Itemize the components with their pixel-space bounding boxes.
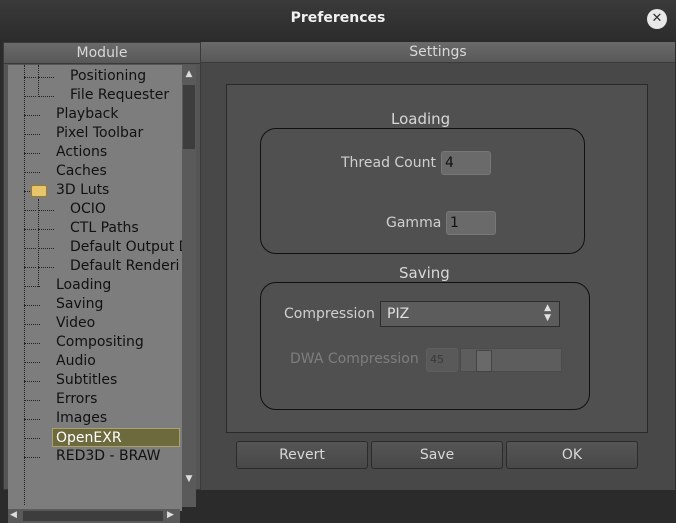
tree-item-images[interactable]: Images: [56, 409, 107, 428]
tree-item-openexr[interactable]: OpenEXR: [52, 428, 180, 447]
horizontal-scroll-thumb[interactable]: [23, 511, 163, 521]
tree-item-default-renderi[interactable]: Default Renderi: [70, 257, 179, 276]
thread-count-label: Thread Count: [341, 155, 436, 171]
tree-branch-line: [38, 248, 54, 249]
tree-item-ctl-paths[interactable]: CTL Paths: [70, 219, 139, 238]
tree-item-3d-luts[interactable]: 3D Luts: [56, 181, 109, 200]
tree-branch-line: [24, 305, 40, 306]
tree-branch-line: [24, 343, 40, 344]
gamma-field[interactable]: 1: [446, 211, 496, 235]
tree-item-file-requester[interactable]: File Requester: [70, 86, 169, 105]
dwa-compression-slider[interactable]: [460, 348, 562, 372]
tree-branch-line: [24, 267, 36, 268]
tree-branch-line: [24, 115, 40, 116]
tree-item-red3d-braw[interactable]: RED3D - BRAW: [56, 447, 160, 466]
tree-branch-line: [24, 419, 40, 420]
tree-branch-line: [24, 134, 40, 135]
compression-value: PIZ: [387, 306, 410, 322]
tree-branch-line: [24, 153, 40, 154]
tree-branch-line: [24, 248, 36, 249]
settings-header: Settings: [201, 42, 675, 63]
tree-item-actions[interactable]: Actions: [56, 143, 107, 162]
window-title: Preferences: [290, 10, 386, 26]
tree-item-ocio[interactable]: OCIO: [70, 200, 106, 219]
tree-branch-line: [24, 324, 40, 325]
compression-select[interactable]: PIZ ▲ ▼: [380, 301, 560, 327]
loading-title: Loading: [391, 110, 451, 128]
gamma-label: Gamma: [386, 215, 442, 231]
scroll-down-icon[interactable]: ▼: [184, 474, 194, 484]
dwa-compression-field[interactable]: 45: [426, 348, 458, 372]
module-header: Module: [4, 43, 200, 64]
dwa-compression-label: DWA Compression: [290, 351, 419, 367]
compression-label: Compression: [284, 306, 375, 322]
scroll-thumb[interactable]: [183, 85, 195, 149]
tree-branch-line: [24, 229, 36, 230]
tree-branch-line: [24, 438, 40, 439]
tree-branch-line: [38, 210, 54, 211]
tree-item-subtitles[interactable]: Subtitles: [56, 371, 117, 390]
revert-button[interactable]: Revert: [236, 441, 368, 469]
tree-item-errors[interactable]: Errors: [56, 390, 97, 409]
tree-item-loading[interactable]: Loading: [56, 276, 111, 295]
saving-title: Saving: [399, 264, 450, 282]
tree-item-positioning[interactable]: Positioning: [70, 67, 146, 86]
tree-item-saving[interactable]: Saving: [56, 295, 103, 314]
tree-branch-line: [24, 362, 40, 363]
scroll-left-icon[interactable]: ◀: [10, 510, 17, 520]
tree-item-caches[interactable]: Caches: [56, 162, 107, 181]
tree-item-video[interactable]: Video: [56, 314, 95, 333]
title-bar: Preferences ✕: [0, 0, 676, 40]
tree-branch-line: [38, 77, 54, 78]
folder-open-icon: [31, 185, 47, 197]
tree-branch-line: [24, 457, 40, 458]
tree-branch-line: [24, 77, 36, 78]
tree-branch-line: [24, 172, 40, 173]
tree-branch-line: [38, 267, 54, 268]
tree-trunk-line: [24, 65, 25, 505]
module-panel: Module Positioning File Requester Playback…: [3, 42, 201, 523]
ok-button[interactable]: OK: [506, 441, 638, 469]
tree-horizontal-scrollbar[interactable]: ◀ ▶: [8, 509, 180, 523]
tree-item-default-output-d[interactable]: Default Output D: [70, 238, 182, 257]
loading-group: [260, 128, 585, 254]
thread-count-field[interactable]: 4: [441, 151, 491, 175]
tree-item-audio[interactable]: Audio: [56, 352, 96, 371]
tree-sub-line: [38, 199, 39, 287]
tree-sub-line: [38, 65, 39, 97]
tree-item-playback[interactable]: Playback: [56, 105, 118, 124]
tree-branch-line: [24, 96, 36, 97]
scroll-up-icon[interactable]: ▲: [184, 69, 194, 79]
close-icon[interactable]: ✕: [647, 9, 667, 29]
tree-branch-line: [24, 210, 36, 211]
select-arrows-icon: ▲ ▼: [544, 303, 551, 323]
tree-item-compositing[interactable]: Compositing: [56, 333, 144, 352]
tree-item-pixel-toolbar[interactable]: Pixel Toolbar: [56, 124, 143, 143]
tree-branch-line: [24, 400, 40, 401]
scroll-right-icon[interactable]: ▶: [167, 510, 174, 520]
tree-vertical-scrollbar[interactable]: ▲ ▼: [182, 65, 196, 507]
tree-branch-line: [38, 229, 54, 230]
tree-branch-line: [24, 381, 40, 382]
save-button[interactable]: Save: [371, 441, 503, 469]
slider-handle[interactable]: [476, 350, 492, 372]
tree-branch-line: [38, 96, 54, 97]
module-tree: Positioning File Requester Playback Pixel T…: [8, 65, 182, 511]
